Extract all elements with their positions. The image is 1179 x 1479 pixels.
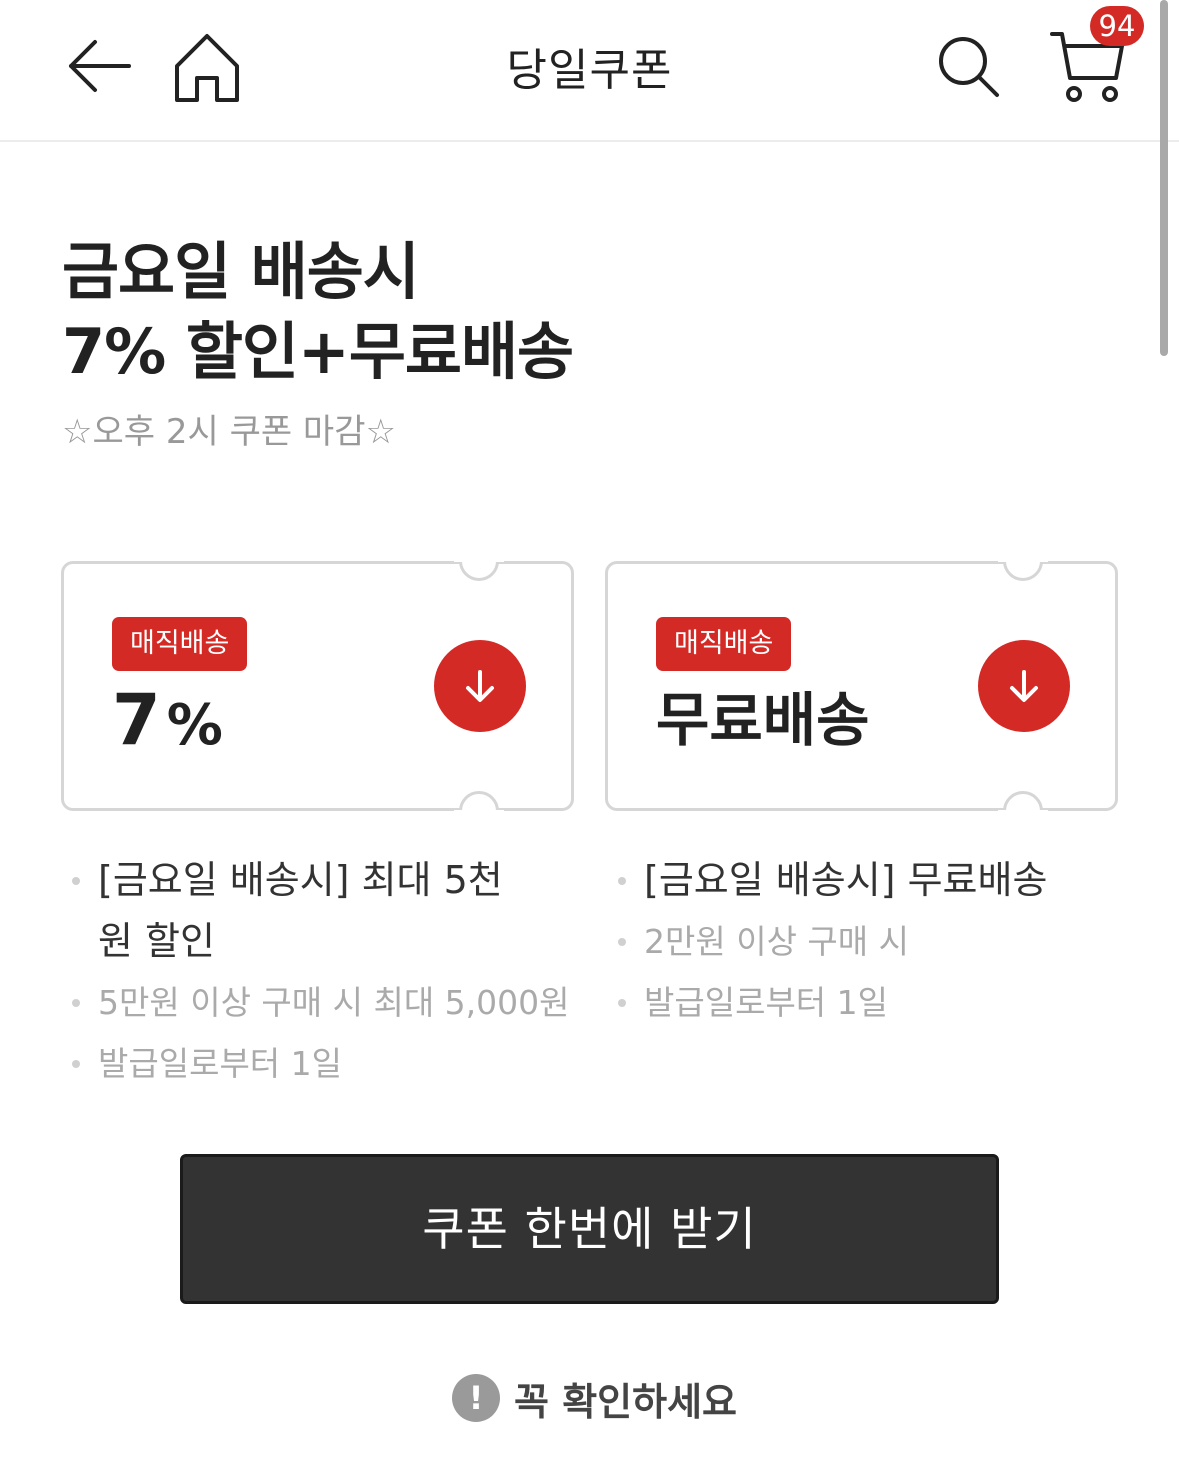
coupon-card-discount[interactable]: 매직배송 7% <box>61 540 574 832</box>
coupon-card-free-shipping[interactable]: 매직배송 무료배송 <box>605 540 1118 832</box>
get-all-coupons-button[interactable]: 쿠폰 한번에 받기 <box>180 1154 999 1304</box>
coupon-tag: 매직배송 <box>656 617 792 671</box>
promo-headline-line1: 금요일 배송시 <box>62 235 420 308</box>
download-arrow-icon <box>1010 670 1038 702</box>
exclamation-icon: ! <box>452 1374 500 1422</box>
coupon-detail-condition: 2만원 이상 구매 시 <box>612 911 1132 972</box>
promo-headline-line2: 7% 할인+무료배송 <box>62 315 574 388</box>
coupon-detail-main-line1: [금요일 배송시] 최대 5천 <box>98 858 503 902</box>
coupon-detail-main: [금요일 배송시] 최대 5천 원 할인 <box>66 850 586 972</box>
coupon-detail-main-line2: 원 할인 <box>98 919 215 963</box>
coupon-detail-validity: 발급일로부터 1일 <box>612 972 1132 1033</box>
search-button[interactable] <box>930 28 1006 104</box>
promo-headline: 금요일 배송시 7% 할인+무료배송 <box>62 232 574 392</box>
coupon-detail-validity: 발급일로부터 1일 <box>66 1033 586 1094</box>
coupon-detail-condition: 5만원 이상 구매 시 최대 5,000원 <box>66 972 586 1033</box>
coupon-value-number: 7 <box>112 679 161 761</box>
cart-count-badge: 94 <box>1090 6 1144 46</box>
coupon-detail-main: [금요일 배송시] 무료배송 <box>612 850 1132 911</box>
coupon-tag: 매직배송 <box>112 617 248 671</box>
notice-label: 꼭 확인하세요 <box>514 1379 737 1424</box>
coupon-download-button[interactable] <box>978 640 1070 732</box>
coupon-details-free-shipping: [금요일 배송시] 무료배송 2만원 이상 구매 시 발급일로부터 1일 <box>612 850 1132 1033</box>
top-bar: 당일쿠폰 94 <box>0 0 1179 142</box>
search-icon <box>939 37 999 97</box>
notice-link[interactable]: ! 꼭 확인하세요 <box>452 1370 737 1426</box>
promo-subline: ☆오후 2시 쿠폰 마감☆ <box>62 412 396 452</box>
coupon-value: 무료배송 <box>656 686 870 754</box>
coupon-download-button[interactable] <box>434 640 526 732</box>
scrollbar[interactable] <box>1160 0 1168 356</box>
download-arrow-icon <box>466 670 494 702</box>
coupon-value: 7% <box>112 680 223 766</box>
coupon-details-discount: [금요일 배송시] 최대 5천 원 할인 5만원 이상 구매 시 최대 5,00… <box>66 850 586 1094</box>
coupon-value-unit: % <box>166 693 223 758</box>
